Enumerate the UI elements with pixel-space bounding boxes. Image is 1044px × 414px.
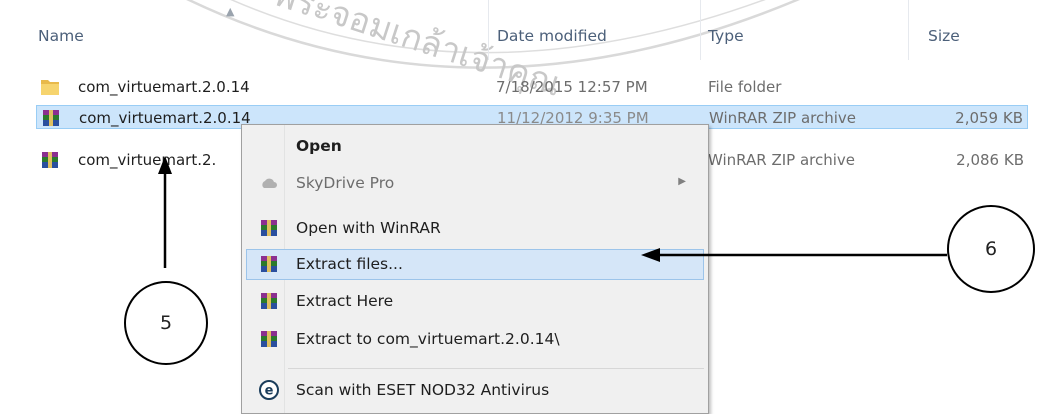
column-header-date[interactable]: Date modified xyxy=(497,27,607,45)
column-divider[interactable] xyxy=(700,0,701,60)
file-size: 2,086 KB xyxy=(956,151,1024,169)
winrar-icon xyxy=(261,293,277,309)
svg-text:e: e xyxy=(265,384,274,399)
submenu-arrow-icon: ▶ xyxy=(678,176,686,187)
winrar-icon xyxy=(43,110,59,126)
menu-item-skydrive-pro[interactable]: SkyDrive Pro ▶ xyxy=(246,168,704,199)
menu-item-label: Open xyxy=(296,137,342,155)
column-divider[interactable] xyxy=(908,0,909,60)
file-date: 7/18/2015 12:57 PM xyxy=(496,78,648,96)
column-divider[interactable] xyxy=(488,0,489,60)
file-type: WinRAR ZIP archive xyxy=(708,151,856,169)
menu-separator xyxy=(288,368,704,369)
context-menu: Open SkyDrive Pro ▶ Open with WinRAR Ext… xyxy=(241,124,709,414)
cloud-icon xyxy=(262,178,277,188)
file-name: com_virtuemart.2. xyxy=(78,151,217,169)
file-row[interactable]: com_virtuemart.2.0.14 7/18/2015 12:57 PM… xyxy=(36,75,1028,99)
winrar-icon xyxy=(261,256,277,272)
menu-item-open-with-winrar[interactable]: Open with WinRAR xyxy=(246,213,704,244)
file-name: com_virtuemart.2.0.14 xyxy=(79,109,251,127)
menu-item-extract-to[interactable]: Extract to com_virtuemart.2.0.14\ xyxy=(246,324,704,355)
eset-icon: e xyxy=(259,380,279,400)
column-header-type[interactable]: Type xyxy=(708,27,744,45)
folder-icon xyxy=(41,80,59,95)
menu-item-label: Open with WinRAR xyxy=(296,219,441,237)
winrar-icon xyxy=(42,152,58,168)
menu-item-extract-here[interactable]: Extract Here xyxy=(246,286,704,317)
menu-item-label: SkyDrive Pro xyxy=(296,174,395,192)
menu-item-extract-files[interactable]: Extract files... xyxy=(246,249,704,280)
menu-item-scan-eset[interactable]: e Scan with ESET NOD32 Antivirus xyxy=(246,375,704,406)
menu-item-label: Extract files... xyxy=(296,255,403,273)
menu-item-open[interactable]: Open xyxy=(246,131,704,162)
callout-5: 5 xyxy=(124,281,208,365)
menu-item-label: Extract to com_virtuemart.2.0.14\ xyxy=(296,330,560,348)
menu-item-label: Extract Here xyxy=(296,292,394,310)
menu-item-label: Scan with ESET NOD32 Antivirus xyxy=(296,381,550,399)
file-name: com_virtuemart.2.0.14 xyxy=(78,78,250,96)
file-size: 2,059 KB xyxy=(955,109,1023,127)
sort-ascending-icon: ▲ xyxy=(226,5,235,18)
file-type: WinRAR ZIP archive xyxy=(709,109,857,127)
file-type: File folder xyxy=(708,78,782,96)
winrar-icon xyxy=(261,220,277,236)
callout-6: 6 xyxy=(947,205,1035,293)
column-header-size[interactable]: Size xyxy=(928,27,960,45)
column-header-name[interactable]: Name xyxy=(38,27,84,45)
winrar-icon xyxy=(261,331,277,347)
